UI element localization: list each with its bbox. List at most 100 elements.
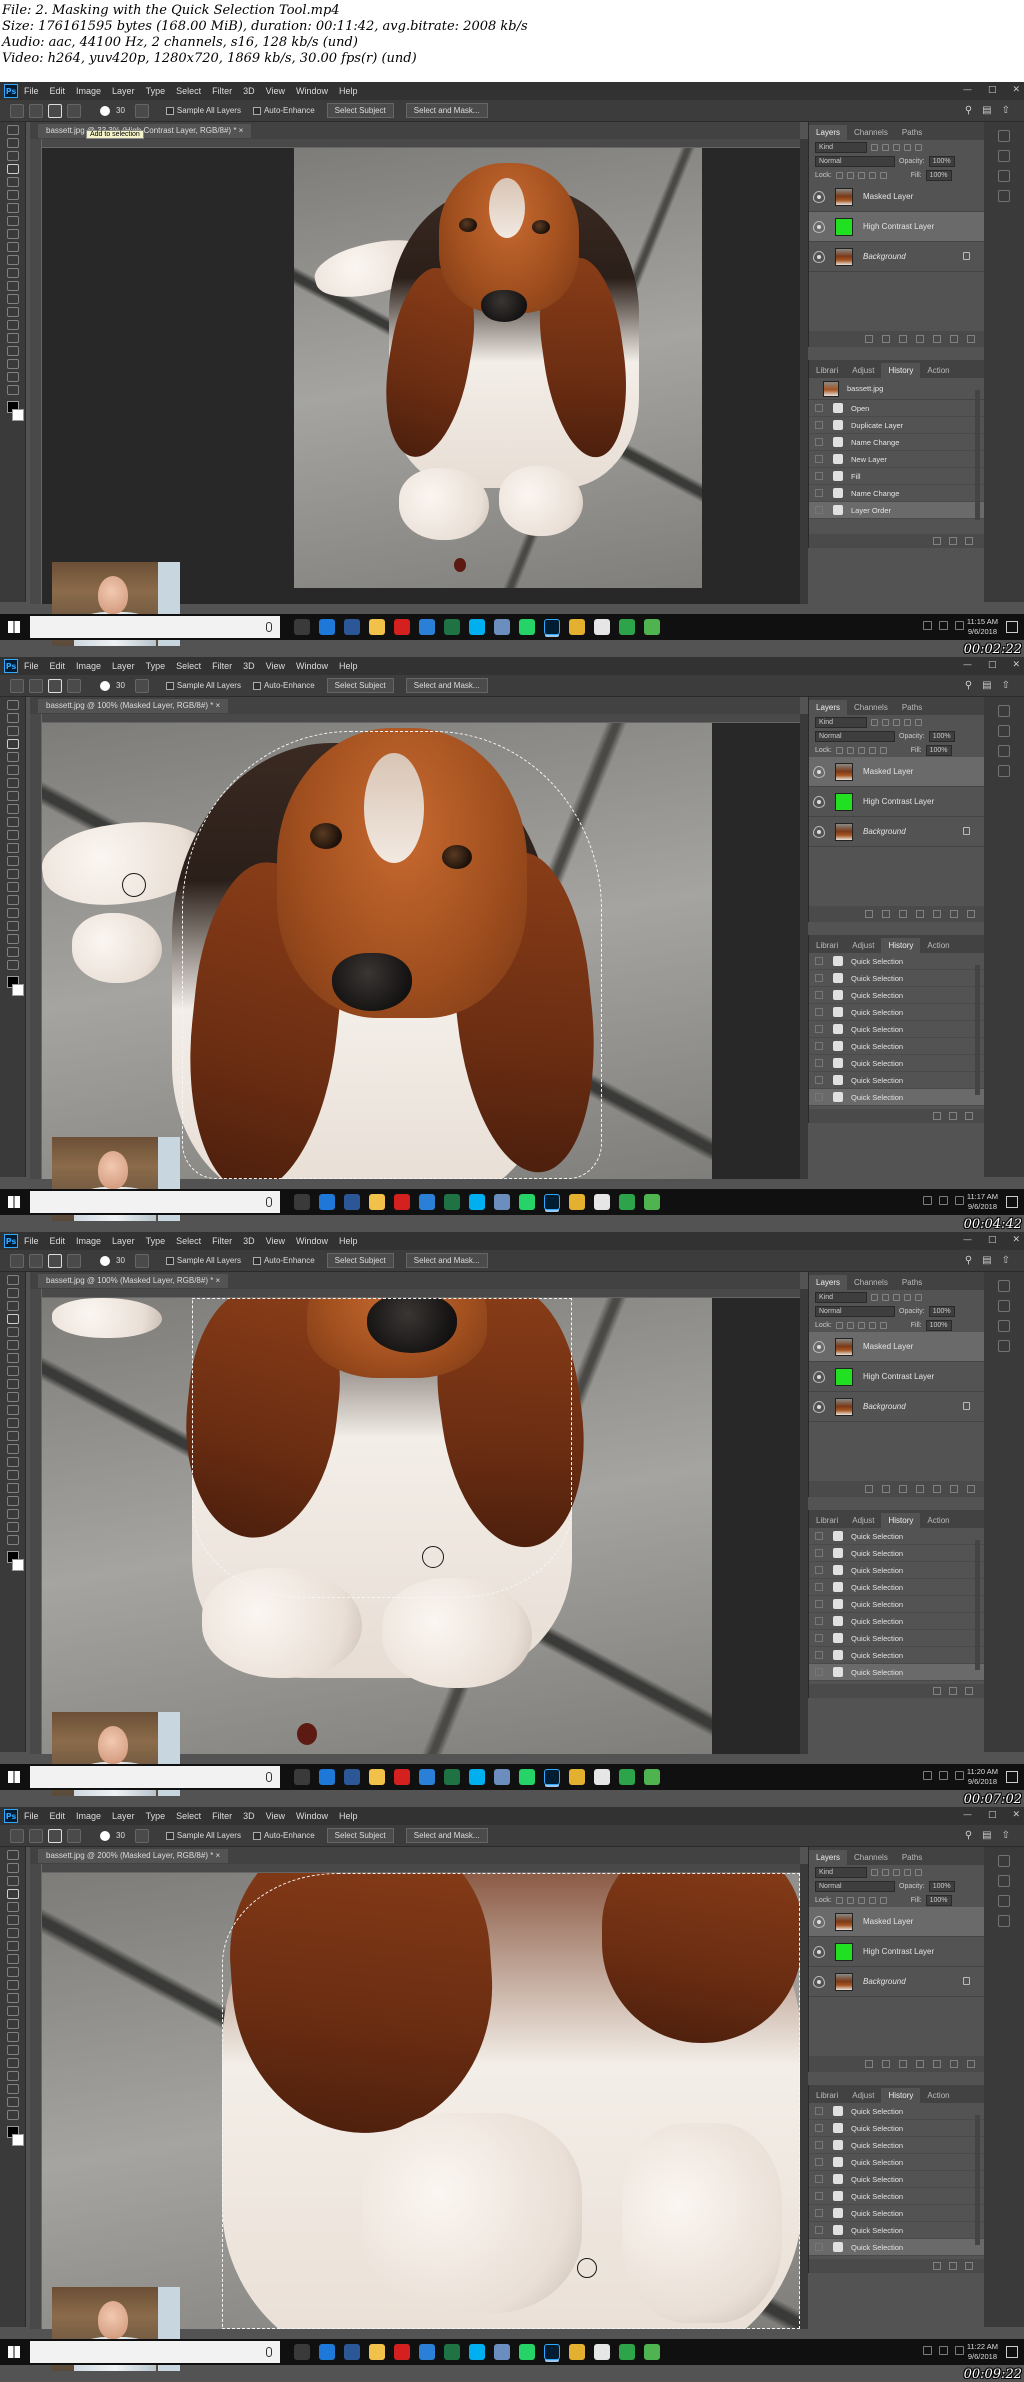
microphone-icon[interactable] bbox=[266, 1197, 272, 1207]
history-state[interactable]: Quick Selection bbox=[809, 1021, 984, 1038]
pen-tool-icon[interactable] bbox=[6, 2032, 19, 2042]
menu-view[interactable]: View bbox=[266, 661, 285, 671]
tab-paths[interactable]: Paths bbox=[895, 1275, 929, 1290]
add-to-selection-icon[interactable] bbox=[48, 1828, 62, 1843]
menu-edit[interactable]: Edit bbox=[50, 86, 66, 96]
history-state[interactable]: Name Change bbox=[809, 485, 984, 502]
adjustments-panel-icon[interactable] bbox=[998, 150, 1010, 162]
share-icon[interactable]: ⇧ bbox=[1002, 1255, 1010, 1266]
eyedropper-tool-icon[interactable] bbox=[6, 1915, 19, 1925]
notes-icon[interactable] bbox=[594, 619, 610, 635]
type-tool-icon[interactable] bbox=[6, 1470, 19, 1480]
history-scrollbar[interactable] bbox=[975, 2115, 980, 2245]
properties-panel-icon[interactable] bbox=[998, 705, 1010, 717]
history-state[interactable]: Quick Selection bbox=[809, 2239, 984, 2256]
history-brush-source-box[interactable] bbox=[815, 1600, 823, 1608]
camtasia-icon[interactable] bbox=[619, 2344, 635, 2360]
layer-row[interactable]: Masked Layer bbox=[809, 1907, 984, 1937]
history-brush-tool-icon[interactable] bbox=[6, 1392, 19, 1402]
quick-selection-tool-preset-icon[interactable] bbox=[10, 103, 24, 118]
visibility-eye-icon[interactable] bbox=[813, 795, 825, 808]
notepad-icon[interactable] bbox=[494, 1194, 510, 1210]
menu-filter[interactable]: Filter bbox=[212, 661, 232, 671]
pen-tool-icon[interactable] bbox=[6, 307, 19, 317]
tab-libraries[interactable]: Librari bbox=[809, 2088, 845, 2103]
pixel-filter-icon[interactable] bbox=[871, 143, 878, 151]
history-brush-source-box[interactable] bbox=[815, 1566, 823, 1574]
opacity-input[interactable]: 100% bbox=[928, 730, 955, 742]
adjustments-panel-icon[interactable] bbox=[998, 1875, 1010, 1887]
eraser-tool-icon[interactable] bbox=[6, 1405, 19, 1415]
new-layer-icon[interactable] bbox=[950, 335, 958, 343]
layer-name[interactable]: Background bbox=[863, 252, 906, 261]
lasso-tool-icon[interactable] bbox=[6, 151, 19, 161]
history-state[interactable]: Quick Selection bbox=[809, 1596, 984, 1613]
menu-file[interactable]: File bbox=[24, 86, 39, 96]
tab-libraries[interactable]: Librari bbox=[809, 938, 845, 953]
history-brush-source-box[interactable] bbox=[815, 2158, 823, 2166]
taskbar-search-box[interactable] bbox=[30, 616, 280, 638]
auto-enhance-checkbox[interactable] bbox=[252, 1256, 261, 1265]
history-brush-source-box[interactable] bbox=[815, 489, 823, 497]
more-tools-tool-icon[interactable] bbox=[6, 2110, 19, 2120]
history-state[interactable]: Quick Selection bbox=[809, 1004, 984, 1021]
marquee-tool-icon[interactable] bbox=[6, 1863, 19, 1873]
opacity-input[interactable]: 100% bbox=[928, 155, 955, 167]
lock-all-icon[interactable] bbox=[879, 1321, 887, 1329]
history-state[interactable]: Quick Selection bbox=[809, 2137, 984, 2154]
history-state[interactable]: Fill bbox=[809, 468, 984, 485]
share-icon[interactable]: ⇧ bbox=[1002, 680, 1010, 691]
history-state[interactable]: Quick Selection bbox=[809, 1630, 984, 1647]
document-tab[interactable]: bassett.jpg @ 200% (Masked Layer, RGB/8#… bbox=[38, 1849, 229, 1863]
select-subject-button[interactable]: Select Subject bbox=[326, 678, 394, 693]
color-panel-icon[interactable] bbox=[998, 1320, 1010, 1332]
select-and-mask-button[interactable]: Select and Mask... bbox=[405, 678, 488, 693]
crop-tool-icon[interactable] bbox=[6, 177, 19, 187]
menu-type[interactable]: Type bbox=[146, 1811, 166, 1821]
tab-history[interactable]: History bbox=[881, 938, 921, 953]
tab-paths[interactable]: Paths bbox=[895, 700, 929, 715]
lasso-tool-icon[interactable] bbox=[6, 726, 19, 736]
document-canvas[interactable] bbox=[42, 1873, 800, 2329]
subtract-from-selection-icon[interactable] bbox=[67, 1828, 81, 1843]
path-selection-tool-icon[interactable] bbox=[6, 333, 19, 343]
menu-select[interactable]: Select bbox=[176, 86, 201, 96]
clone-stamp-tool-icon[interactable] bbox=[6, 229, 19, 239]
menu-edit[interactable]: Edit bbox=[50, 1236, 66, 1246]
history-scrollbar[interactable] bbox=[975, 1540, 980, 1670]
blend-mode-select[interactable]: Normal bbox=[815, 730, 895, 742]
quick-selection-tool-preset-icon[interactable] bbox=[10, 678, 24, 693]
action-center-icon[interactable] bbox=[1006, 1196, 1018, 1208]
edge-icon[interactable] bbox=[319, 1769, 335, 1785]
photoshop-icon[interactable] bbox=[544, 1769, 560, 1785]
history-brush-source-box[interactable] bbox=[815, 1651, 823, 1659]
tab-actions[interactable]: Action bbox=[920, 1513, 956, 1528]
subtract-from-selection-icon[interactable] bbox=[67, 103, 81, 118]
layer-kind-select[interactable]: Kind bbox=[815, 716, 867, 728]
excel-icon[interactable] bbox=[444, 1769, 460, 1785]
move-tool-icon[interactable] bbox=[6, 125, 19, 135]
history-state[interactable]: Quick Selection bbox=[809, 1055, 984, 1072]
windows-start-icon[interactable] bbox=[8, 621, 20, 633]
select-subject-button[interactable]: Select Subject bbox=[326, 1253, 394, 1268]
document-tab[interactable]: bassett.jpg @ 100% (Masked Layer, RGB/8#… bbox=[38, 699, 229, 713]
tab-history[interactable]: History bbox=[881, 363, 921, 378]
add-to-selection-icon[interactable] bbox=[48, 678, 62, 693]
history-brush-source-box[interactable] bbox=[815, 2124, 823, 2132]
search-icon[interactable]: ⚲ bbox=[965, 1255, 972, 1266]
menu-edit[interactable]: Edit bbox=[50, 1811, 66, 1821]
snapshot-icon[interactable] bbox=[949, 1112, 957, 1120]
task-view-icon[interactable] bbox=[294, 619, 310, 635]
taskbar-search-box[interactable] bbox=[30, 1191, 280, 1213]
fill-input[interactable]: 100% bbox=[925, 1319, 952, 1331]
lock-transparent-icon[interactable] bbox=[835, 1321, 843, 1329]
excel-icon[interactable] bbox=[444, 619, 460, 635]
type-filter-icon[interactable] bbox=[893, 1293, 900, 1301]
move-tool-icon[interactable] bbox=[6, 700, 19, 710]
properties-panel-icon[interactable] bbox=[998, 1280, 1010, 1292]
history-brush-source-box[interactable] bbox=[815, 957, 823, 965]
new-layer-icon[interactable] bbox=[950, 910, 958, 918]
camtasia-recorder-icon[interactable] bbox=[644, 2344, 660, 2360]
healing-tool-icon[interactable] bbox=[6, 1928, 19, 1938]
workspace-icon[interactable]: ▤ bbox=[982, 105, 991, 116]
